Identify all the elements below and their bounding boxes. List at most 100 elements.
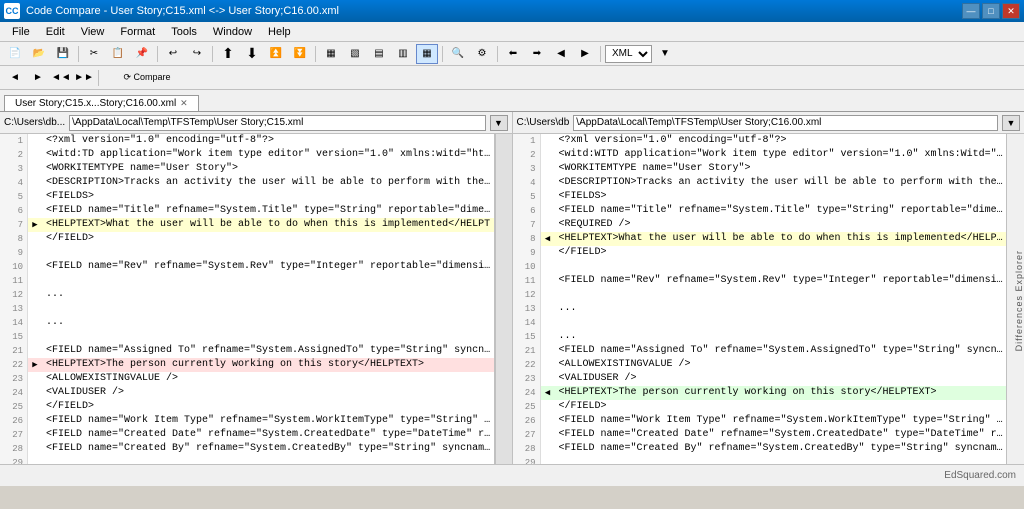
toolbar-first-diff[interactable]: ⏫ xyxy=(265,44,287,64)
line-content xyxy=(42,456,494,464)
line-marker xyxy=(28,288,42,302)
menu-view[interactable]: View xyxy=(73,24,113,40)
table-row: 25 </FIELD> xyxy=(0,400,494,414)
toolbar-settings[interactable]: ⚙ xyxy=(471,44,493,64)
toolbar-align-right[interactable]: ➡ xyxy=(526,44,548,64)
line-number: 11 xyxy=(513,274,541,288)
line-marker xyxy=(28,372,42,386)
left-file-path-section: C:\Users\db... ▼ xyxy=(0,112,513,133)
toolbar-compare[interactable]: ⟳ Compare xyxy=(102,68,192,88)
minimize-button[interactable]: — xyxy=(962,3,980,19)
line-marker xyxy=(28,246,42,260)
toolbar-cut[interactable]: ✂ xyxy=(83,44,105,64)
left-file-path-input[interactable] xyxy=(69,115,485,131)
table-row: 14 ... xyxy=(0,316,494,330)
line-number: 25 xyxy=(0,400,28,414)
right-diff-content[interactable]: 1<?xml version="1.0" encoding="utf-8"?>2… xyxy=(513,134,1007,464)
toolbar-zoom[interactable]: 🔍 xyxy=(447,44,469,64)
toolbar-view4[interactable]: ▥ xyxy=(392,44,414,64)
diff-container: 1<?xml version="1.0" encoding="utf-8"?>2… xyxy=(0,134,1024,464)
toolbar-open[interactable]: 📂 xyxy=(28,44,50,64)
table-row: 13 ... xyxy=(513,302,1007,316)
left-browse-btn[interactable]: ▼ xyxy=(490,115,508,131)
menu-window[interactable]: Window xyxy=(205,24,260,40)
line-content: <FIELDS> xyxy=(42,190,494,204)
line-marker: ▶ xyxy=(28,358,42,372)
toolbar-last-diff[interactable]: ⏬ xyxy=(289,44,311,64)
right-browse-btn[interactable]: ▼ xyxy=(1002,115,1020,131)
toolbar-nav2[interactable]: ► xyxy=(27,68,49,88)
left-panel: 1<?xml version="1.0" encoding="utf-8"?>2… xyxy=(0,134,495,464)
line-marker xyxy=(541,134,555,148)
line-number: 23 xyxy=(0,372,28,386)
table-row: 9 xyxy=(0,246,494,260)
line-marker xyxy=(28,134,42,148)
toolbar-save[interactable]: 💾 xyxy=(52,44,74,64)
toolbar-align-left[interactable]: ⬅ xyxy=(502,44,524,64)
maximize-button[interactable]: □ xyxy=(982,3,1000,19)
menu-bar: File Edit View Format Tools Window Help xyxy=(0,22,1024,42)
table-row: 14 xyxy=(513,316,1007,330)
toolbar-view3[interactable]: ▤ xyxy=(368,44,390,64)
toolbar-view2[interactable]: ▧ xyxy=(344,44,366,64)
line-content: <FIELD name="Rev" refname="System.Rev" t… xyxy=(555,274,1007,288)
toolbar-nav1[interactable]: ◄ xyxy=(4,68,26,88)
line-marker xyxy=(28,386,42,400)
table-row: 6 <FIELD name="Title" refname="System.Ti… xyxy=(0,204,494,218)
toolbar-nav3[interactable]: ◄◄ xyxy=(50,68,72,88)
toolbar-copy[interactable]: 📋 xyxy=(107,44,129,64)
menu-tools[interactable]: Tools xyxy=(163,24,205,40)
line-content: </FIELD> xyxy=(42,400,494,414)
tab-close-btn[interactable]: ✕ xyxy=(180,98,188,109)
close-button[interactable]: ✕ xyxy=(1002,3,1020,19)
right-file-path-input[interactable] xyxy=(573,115,998,131)
table-row: 28 <FIELD name="Created By" refname="Sys… xyxy=(0,442,494,456)
menu-file[interactable]: File xyxy=(4,24,38,40)
toolbar-new[interactable]: 📄 xyxy=(4,44,26,64)
toolbar-view1[interactable]: ▦ xyxy=(320,44,342,64)
toolbar-next-diff[interactable]: ⬇ xyxy=(241,44,263,64)
line-number: 7 xyxy=(0,218,28,232)
toolbar-nav4[interactable]: ►► xyxy=(73,68,95,88)
line-marker xyxy=(541,414,555,428)
line-content: <ALLOWEXISTINGVALUE /> xyxy=(42,372,494,386)
line-marker xyxy=(28,330,42,344)
line-content: <HELPTEXT>The person currently working o… xyxy=(42,358,494,372)
table-row: 15 xyxy=(0,330,494,344)
line-number: 5 xyxy=(0,190,28,204)
syntax-selector[interactable]: XML C# Text xyxy=(605,45,652,63)
app-icon: CC xyxy=(4,3,20,19)
toolbar-view5[interactable]: ▦ xyxy=(416,44,438,64)
table-row: 10 xyxy=(513,260,1007,274)
table-row: 11 <FIELD name="Rev" refname="System.Rev… xyxy=(513,274,1007,288)
toolbar-merge-left[interactable]: ◀ xyxy=(550,44,572,64)
menu-format[interactable]: Format xyxy=(112,24,163,40)
toolbar-merge-right[interactable]: ▶ xyxy=(574,44,596,64)
line-content: <WORKITEMTYPE name="User Story"> xyxy=(555,162,1007,176)
tab-main[interactable]: User Story;C15.x...Story;C16.00.xml ✕ xyxy=(4,95,199,111)
menu-help[interactable]: Help xyxy=(260,24,299,40)
line-marker xyxy=(28,148,42,162)
line-marker xyxy=(541,288,555,302)
line-marker xyxy=(541,176,555,190)
toolbar-redo[interactable]: ↪ xyxy=(186,44,208,64)
table-row: 7▶ <HELPTEXT>What the user will be able … xyxy=(0,218,494,232)
line-marker xyxy=(28,204,42,218)
toolbar-extra[interactable]: ▼ xyxy=(654,44,676,64)
line-content: <FIELD name="Assigned To" refname="Syste… xyxy=(555,344,1007,358)
line-number: 24 xyxy=(0,386,28,400)
line-content: ... xyxy=(555,330,1007,344)
toolbar-undo[interactable]: ↩ xyxy=(162,44,184,64)
toolbar-paste[interactable]: 📌 xyxy=(131,44,153,64)
toolbar-prev-diff[interactable]: ⬆ xyxy=(217,44,239,64)
line-content: <FIELD name="Title" refname="System.Titl… xyxy=(42,204,494,218)
left-diff-content[interactable]: 1<?xml version="1.0" encoding="utf-8"?>2… xyxy=(0,134,494,464)
line-marker xyxy=(541,330,555,344)
table-row: 6 <FIELD name="Title" refname="System.Ti… xyxy=(513,204,1007,218)
line-content xyxy=(42,330,494,344)
table-row: 13 xyxy=(0,302,494,316)
menu-edit[interactable]: Edit xyxy=(38,24,73,40)
line-number: 15 xyxy=(513,330,541,344)
tab-bar: User Story;C15.x...Story;C16.00.xml ✕ xyxy=(0,90,1024,112)
window-controls: — □ ✕ xyxy=(962,3,1020,19)
